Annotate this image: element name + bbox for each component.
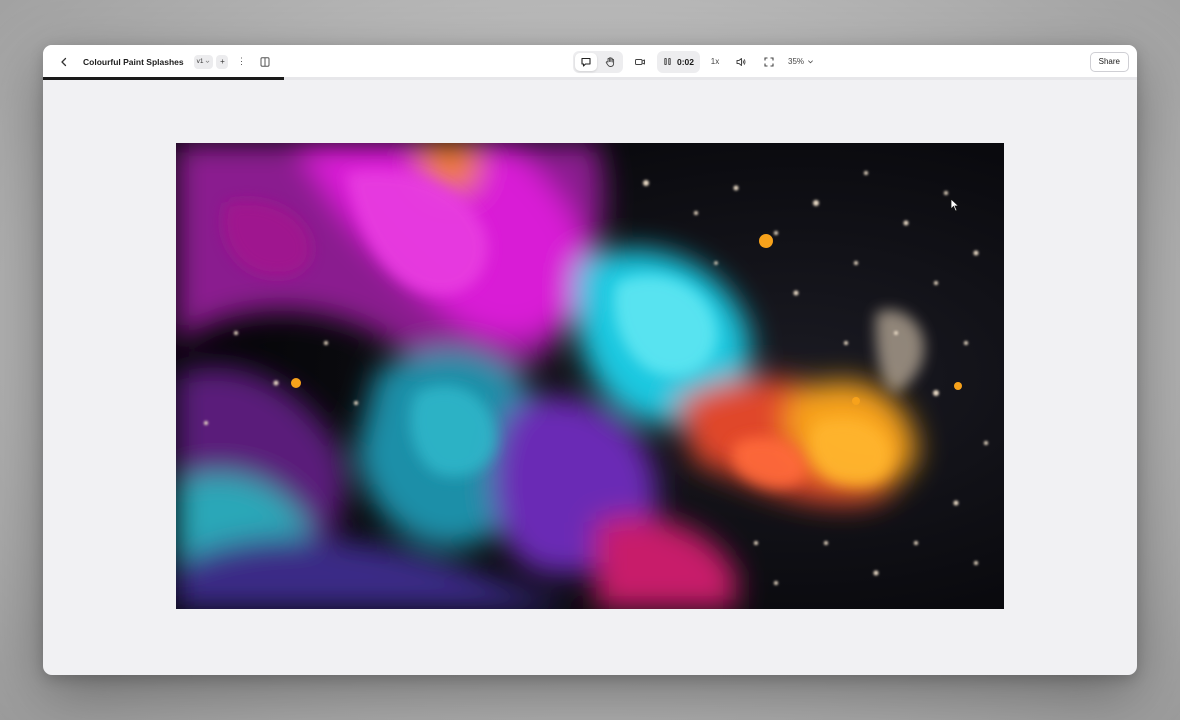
mode-switcher: [573, 50, 623, 73]
playback-progress-fill: [43, 77, 284, 80]
video-frame[interactable]: [176, 143, 1004, 609]
playback-control: 0:02: [657, 50, 701, 73]
toolbar: Colourful Paint Splashes v1 + ⋮ 0:02 1x …: [43, 45, 1137, 78]
chevron-down-icon: [808, 60, 814, 64]
toolbar-right: Share: [1089, 45, 1129, 78]
more-icon[interactable]: ⋮: [234, 51, 248, 73]
paint-splash-artwork: [176, 143, 1004, 609]
version-select[interactable]: v1: [193, 54, 214, 69]
playback-progress-bar[interactable]: [43, 77, 1137, 80]
hand-icon[interactable]: [599, 53, 621, 71]
speed-button[interactable]: 1x: [706, 57, 724, 66]
camera-icon[interactable]: [629, 51, 651, 73]
version-label: v1: [196, 58, 204, 65]
playback-time: 0:02: [677, 56, 695, 67]
add-version-button[interactable]: +: [216, 54, 229, 69]
comment-icon[interactable]: [575, 52, 597, 71]
fullscreen-icon[interactable]: [758, 51, 780, 73]
mouse-cursor-icon: [950, 198, 960, 212]
back-chevron-icon[interactable]: [53, 51, 75, 73]
panel-icon[interactable]: [254, 51, 276, 73]
zoom-select[interactable]: 35%: [788, 57, 814, 66]
volume-icon[interactable]: [730, 51, 752, 73]
share-button[interactable]: Share: [1089, 51, 1129, 72]
toolbar-left: Colourful Paint Splashes v1 + ⋮: [53, 45, 276, 78]
page-title: Colourful Paint Splashes: [83, 56, 184, 67]
pause-icon[interactable]: [663, 57, 672, 66]
app-window: Colourful Paint Splashes v1 + ⋮ 0:02 1x …: [43, 45, 1137, 675]
toolbar-center: 0:02 1x 35%: [573, 45, 814, 78]
chevron-down-icon: [206, 60, 210, 63]
zoom-level: 35%: [788, 57, 805, 66]
